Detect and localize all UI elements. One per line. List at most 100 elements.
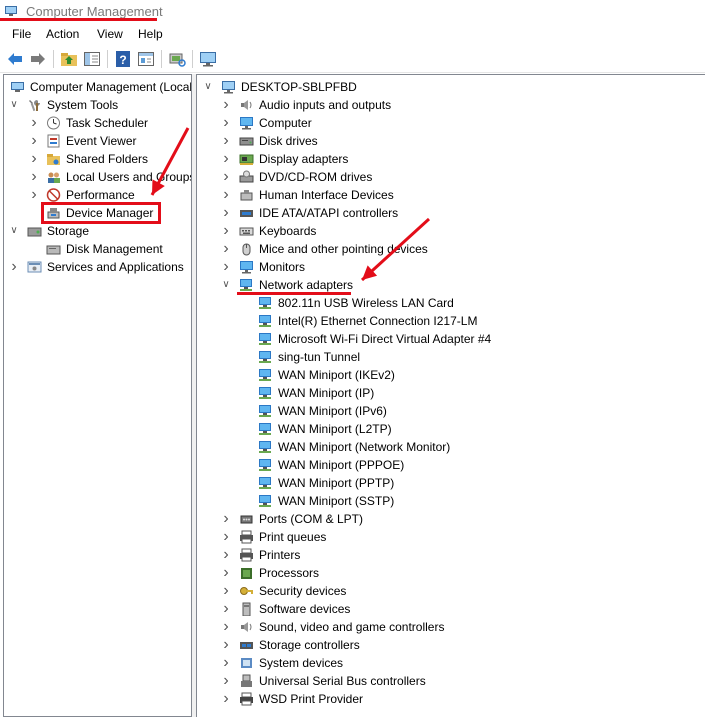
category-mice-and-other-pointing-devices[interactable]: › Mice and other pointing devices — [197, 240, 705, 258]
tree-item-label: WAN Miniport (IPv6) — [278, 404, 387, 418]
network-adapter-item[interactable]: WAN Miniport (PPTP) — [197, 474, 705, 492]
chevron-right-icon[interactable]: › — [221, 204, 231, 222]
chevron-right-icon[interactable]: › — [221, 528, 231, 546]
tree-item-label: Mice and other pointing devices — [259, 242, 428, 256]
network-adapter-item[interactable]: WAN Miniport (PPPOE) — [197, 456, 705, 474]
chevron-right-icon[interactable]: › — [221, 168, 231, 186]
category-print-queues[interactable]: › Print queues — [197, 528, 705, 546]
tree-item-label: Intel(R) Ethernet Connection I217-LM — [278, 314, 478, 328]
network-adapter-item[interactable]: WAN Miniport (IP) — [197, 384, 705, 402]
category-disk-drives[interactable]: › Disk drives — [197, 132, 705, 150]
monitor-icon[interactable] — [199, 50, 217, 68]
chevron-down-icon[interactable]: ∨ — [9, 222, 19, 240]
device-tree-root[interactable]: ∨ DESKTOP-SBLPFBD — [197, 78, 705, 96]
console-item-task-scheduler[interactable]: › Task Scheduler — [4, 114, 191, 132]
chevron-right-icon[interactable]: › — [221, 564, 231, 582]
chevron-right-icon[interactable]: › — [9, 258, 19, 276]
category-processors[interactable]: › Processors — [197, 564, 705, 582]
chevron-down-icon[interactable]: ∨ — [221, 276, 231, 294]
hid-icon — [239, 188, 254, 202]
chevron-right-icon[interactable]: › — [221, 510, 231, 528]
menu-help[interactable]: Help — [138, 27, 163, 41]
console-item-event-viewer[interactable]: › Event Viewer — [4, 132, 191, 150]
category-dvd-cd-rom-drives[interactable]: › DVD/CD-ROM drives — [197, 168, 705, 186]
console-item-services-and-applications[interactable]: › Services and Applications — [4, 258, 191, 276]
console-item-shared-folders[interactable]: › Shared Folders — [4, 150, 191, 168]
up-folder-icon[interactable] — [60, 50, 78, 68]
title-bar: Computer Management — [0, 0, 705, 22]
chevron-right-icon[interactable]: › — [221, 654, 231, 672]
chevron-right-icon[interactable]: › — [221, 690, 231, 708]
network-adapter-item[interactable]: WAN Miniport (Network Monitor) — [197, 438, 705, 456]
chevron-right-icon[interactable]: › — [29, 132, 39, 150]
category-ide-ata-atapi-controllers[interactable]: › IDE ATA/ATAPI controllers — [197, 204, 705, 222]
chevron-right-icon[interactable]: › — [221, 258, 231, 276]
category-keyboards[interactable]: › Keyboards — [197, 222, 705, 240]
category-computer[interactable]: › Computer — [197, 114, 705, 132]
category-storage-controllers[interactable]: › Storage controllers — [197, 636, 705, 654]
network-adapter-item[interactable]: WAN Miniport (L2TP) — [197, 420, 705, 438]
tree-item-label: IDE ATA/ATAPI controllers — [259, 206, 399, 220]
network-adapter-item[interactable]: 802.11n USB Wireless LAN Card — [197, 294, 705, 312]
back-arrow-icon[interactable] — [6, 50, 24, 68]
chevron-down-icon[interactable]: ∨ — [9, 96, 19, 114]
network-adapter-item[interactable]: WAN Miniport (IPv6) — [197, 402, 705, 420]
chevron-right-icon[interactable]: › — [221, 636, 231, 654]
performance-icon — [46, 188, 61, 202]
chevron-right-icon[interactable]: › — [221, 186, 231, 204]
category-printers[interactable]: › Printers — [197, 546, 705, 564]
category-system-devices[interactable]: › System devices — [197, 654, 705, 672]
monitor-icon — [239, 116, 254, 130]
chevron-down-icon[interactable]: ∨ — [203, 78, 213, 96]
network-adapter-item[interactable]: WAN Miniport (IKEv2) — [197, 366, 705, 384]
network-adapter-item[interactable]: sing-tun Tunnel — [197, 348, 705, 366]
chevron-right-icon[interactable]: › — [221, 582, 231, 600]
network-adapter-item[interactable]: Microsoft Wi-Fi Direct Virtual Adapter #… — [197, 330, 705, 348]
chevron-right-icon[interactable]: › — [221, 618, 231, 636]
help-icon[interactable]: ? — [114, 50, 132, 68]
device-manager-annotation-box — [41, 202, 161, 224]
menu-view[interactable]: View — [97, 27, 123, 41]
console-item-system-tools[interactable]: ∨ System Tools — [4, 96, 191, 114]
console-item-computer-management-local[interactable]: Computer Management (Local — [4, 78, 191, 96]
chevron-right-icon[interactable]: › — [221, 96, 231, 114]
category-audio-inputs-and-outputs[interactable]: › Audio inputs and outputs — [197, 96, 705, 114]
network-adapter-item[interactable]: Intel(R) Ethernet Connection I217-LM — [197, 312, 705, 330]
console-item-storage[interactable]: ∨ Storage — [4, 222, 191, 240]
category-display-adapters[interactable]: › Display adapters — [197, 150, 705, 168]
network-adapter-item[interactable]: WAN Miniport (SSTP) — [197, 492, 705, 510]
category-security-devices[interactable]: › Security devices — [197, 582, 705, 600]
console-item-disk-management[interactable]: Disk Management — [4, 240, 191, 258]
category-ports-com-lpt[interactable]: › Ports (COM & LPT) — [197, 510, 705, 528]
tree-item-label: WAN Miniport (L2TP) — [278, 422, 392, 436]
chevron-right-icon[interactable]: › — [221, 240, 231, 258]
properties-icon[interactable] — [137, 50, 155, 68]
chevron-right-icon[interactable]: › — [29, 150, 39, 168]
chevron-right-icon[interactable]: › — [29, 168, 39, 186]
category-monitors[interactable]: › Monitors — [197, 258, 705, 276]
chevron-right-icon[interactable]: › — [221, 546, 231, 564]
tree-item-label: Monitors — [259, 260, 306, 274]
chevron-right-icon[interactable]: › — [221, 150, 231, 168]
category-sound-video-and-game-controllers[interactable]: › Sound, video and game controllers — [197, 618, 705, 636]
menu-file[interactable]: File — [12, 27, 31, 41]
chevron-right-icon[interactable]: › — [221, 114, 231, 132]
chevron-right-icon[interactable]: › — [29, 114, 39, 132]
scan-hardware-icon[interactable] — [168, 50, 186, 68]
chevron-right-icon[interactable]: › — [221, 672, 231, 690]
console-item-local-users-and-groups[interactable]: › Local Users and Groups — [4, 168, 191, 186]
forward-arrow-icon[interactable] — [29, 50, 47, 68]
category-universal-serial-bus-controllers[interactable]: › Universal Serial Bus controllers — [197, 672, 705, 690]
menu-action[interactable]: Action — [46, 27, 79, 41]
chevron-right-icon[interactable]: › — [29, 186, 39, 204]
category-wsd-print-provider[interactable]: › WSD Print Provider — [197, 690, 705, 708]
chevron-right-icon[interactable]: › — [221, 132, 231, 150]
storage-controller-icon — [239, 638, 254, 652]
show-hide-tree-icon[interactable] — [83, 50, 101, 68]
category-human-interface-devices[interactable]: › Human Interface Devices — [197, 186, 705, 204]
category-software-devices[interactable]: › Software devices — [197, 600, 705, 618]
chevron-right-icon[interactable]: › — [221, 600, 231, 618]
chevron-right-icon[interactable]: › — [221, 222, 231, 240]
tree-item-label: Keyboards — [259, 224, 317, 238]
tree-item-label: WAN Miniport (PPPOE) — [278, 458, 405, 472]
